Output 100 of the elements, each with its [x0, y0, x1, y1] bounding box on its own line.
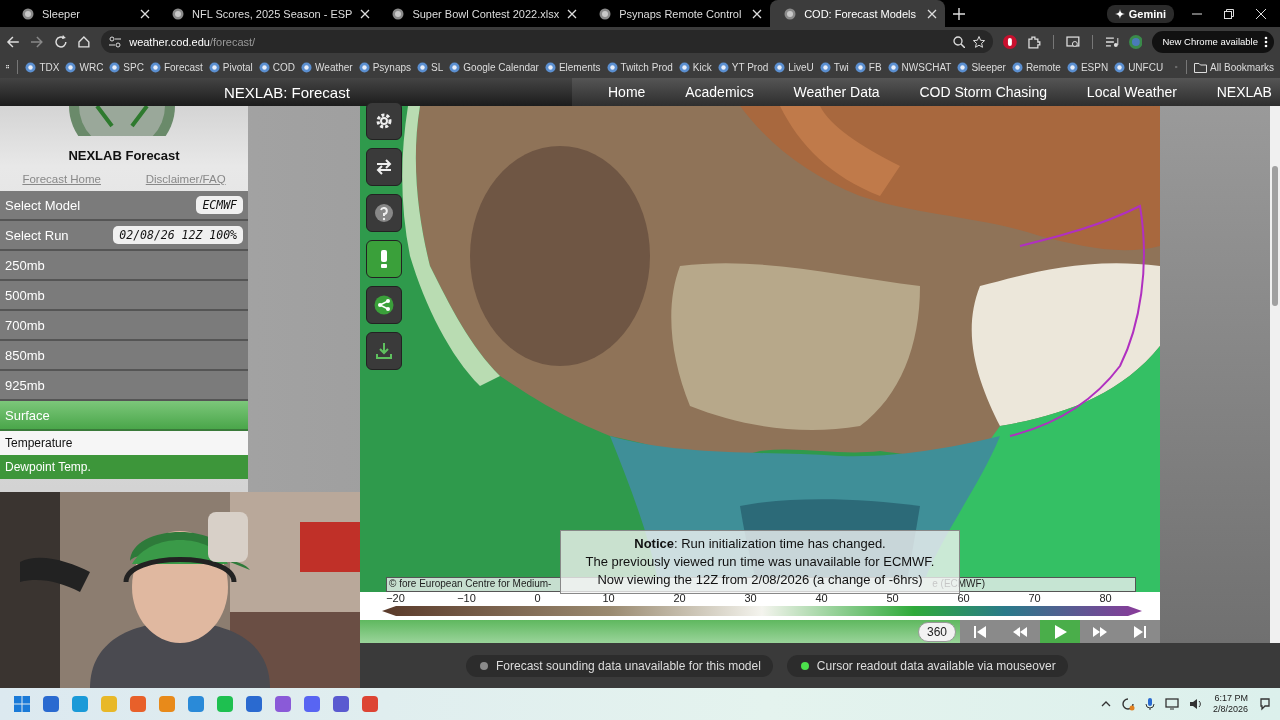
close-icon[interactable] [927, 8, 938, 19]
app-icon[interactable] [128, 694, 148, 714]
star-icon[interactable] [973, 35, 986, 48]
bookmark[interactable]: Pivotal [208, 61, 253, 73]
bookmark[interactable]: ESPN [1066, 61, 1109, 73]
level-item[interactable]: 925mb [0, 371, 248, 401]
app-icon[interactable] [273, 694, 293, 714]
avatar-icon[interactable] [1128, 34, 1143, 49]
close-icon[interactable] [1256, 8, 1266, 19]
scale-tick-label: 30 [743, 592, 758, 606]
bookmark[interactable]: LiveU [774, 61, 814, 73]
bookmark[interactable]: TDX [25, 61, 60, 73]
site-icon [784, 7, 797, 20]
close-icon[interactable] [360, 8, 371, 19]
picker-row[interactable]: Select Run 02/08/26 12Z 100% [0, 221, 248, 251]
play-button[interactable] [1040, 620, 1080, 643]
bookmark[interactable]: Weather [301, 61, 353, 73]
nav-link[interactable]: Local Weather [1086, 84, 1177, 100]
nav-link[interactable]: NEXLAB [1216, 84, 1272, 100]
site-icon [957, 61, 969, 73]
app-icon[interactable] [41, 694, 61, 714]
site-icon [854, 61, 866, 73]
reload-icon[interactable] [53, 34, 68, 49]
site-icon [544, 61, 556, 73]
bookmark[interactable]: FB [854, 61, 882, 73]
site-title: NEXLAB: Forecast [224, 83, 350, 101]
zoom-icon[interactable] [953, 35, 966, 48]
nav-link[interactable]: COD Storm Chasing [919, 84, 1048, 100]
clock[interactable]: 6:17 PM 2/8/2026 [1212, 693, 1248, 715]
picker-value[interactable]: ECMWF [196, 196, 243, 214]
update-button[interactable]: New Chrome available [1152, 30, 1274, 53]
browser-tab[interactable]: Super Bowl Contest 2022.xlsx [378, 0, 586, 27]
site-icon [109, 61, 121, 73]
bookmark[interactable]: UNFCU [1114, 61, 1164, 73]
emblem-icon [67, 106, 177, 136]
forward-icon[interactable] [29, 34, 44, 49]
frame-counter: 360 [917, 621, 956, 642]
app-icon[interactable] [244, 694, 264, 714]
close-icon[interactable] [567, 8, 578, 19]
field-item[interactable]: Temperature [0, 431, 248, 455]
bookmark[interactable]: Remote [1011, 61, 1061, 73]
site-icon [149, 61, 161, 73]
bookmark[interactable]: SL [417, 61, 444, 73]
puzzle-icon[interactable] [1027, 34, 1042, 49]
level-item[interactable]: 850mb [0, 341, 248, 371]
nav-link[interactable]: Weather Data [793, 84, 880, 100]
bookmark[interactable]: SPC [109, 61, 144, 73]
restore-icon[interactable] [1224, 8, 1234, 19]
gemini-button[interactable]: Gemini [1106, 4, 1174, 23]
app-icon[interactable] [70, 694, 90, 714]
new-tab-icon[interactable] [953, 7, 966, 20]
site-icon [678, 61, 690, 73]
bookmark[interactable]: Twi [819, 61, 849, 73]
browser-tab[interactable]: Sleeper [8, 0, 158, 27]
bookmark[interactable]: WRC [65, 61, 104, 73]
scrollbar-thumb[interactable] [1272, 166, 1278, 306]
picker-row[interactable]: Select Model ECMWF [0, 191, 248, 221]
notification-icon[interactable] [1258, 697, 1272, 711]
bookmark[interactable]: Psynaps [358, 61, 412, 73]
speaker-icon[interactable] [1188, 697, 1203, 711]
level-item[interactable]: 700mb [0, 311, 248, 341]
bookmark[interactable]: Forecast [149, 61, 203, 73]
picker-value[interactable]: 02/08/26 12Z 100% [113, 226, 243, 244]
site-icon [172, 7, 184, 20]
bookmark[interactable]: Twitch Prod [606, 61, 673, 73]
bookmark[interactable]: Elements [544, 61, 601, 73]
scale-tick-label: −10 [456, 592, 477, 606]
bookmark[interactable]: NWSCHAT [887, 61, 952, 73]
playlist-icon[interactable] [1104, 34, 1119, 49]
close-icon[interactable] [140, 8, 150, 19]
nav-link[interactable]: Home [608, 84, 646, 100]
app-icon[interactable] [360, 694, 380, 714]
app-icon[interactable] [302, 694, 322, 714]
app-icon[interactable] [186, 694, 206, 714]
nav-link[interactable]: Academics [685, 84, 754, 100]
microphone-icon[interactable] [1144, 697, 1155, 711]
bookmark[interactable]: YT Prod [717, 61, 769, 73]
hand-icon[interactable] [1003, 34, 1018, 49]
back-icon[interactable] [6, 34, 20, 49]
bookmark[interactable]: COD [258, 61, 296, 73]
browser-tab[interactable]: NFL Scores, 2025 Season - ESP [158, 0, 379, 27]
bookmarks-folder[interactable]: All Bookmarks [1194, 61, 1274, 73]
bookmark[interactable]: Google Calendar [449, 61, 539, 73]
address-bar[interactable]: weather.cod.edu/forecast/ [101, 30, 994, 53]
field-item[interactable]: Dewpoint Temp. [0, 455, 248, 479]
monitor-icon[interactable] [1164, 697, 1179, 711]
site-icon [417, 61, 429, 73]
screen-search-icon[interactable] [1066, 34, 1080, 49]
browser-tab[interactable]: COD: Forecast Models [770, 0, 946, 27]
level-item[interactable]: 250mb [0, 251, 248, 281]
level-item[interactable]: 500mb [0, 281, 248, 311]
sync-icon[interactable] [1120, 697, 1135, 711]
chevron-up-icon[interactable] [1100, 699, 1111, 709]
close-icon[interactable] [752, 8, 763, 19]
bookmark[interactable]: Sleeper [957, 61, 1006, 73]
app-icon[interactable] [331, 694, 351, 714]
home-icon[interactable] [77, 34, 92, 49]
browser-tab[interactable]: Psynaps Remote Control [585, 0, 771, 27]
grid-icon[interactable] [12, 694, 32, 714]
bookmark[interactable]: Kick [678, 61, 712, 73]
